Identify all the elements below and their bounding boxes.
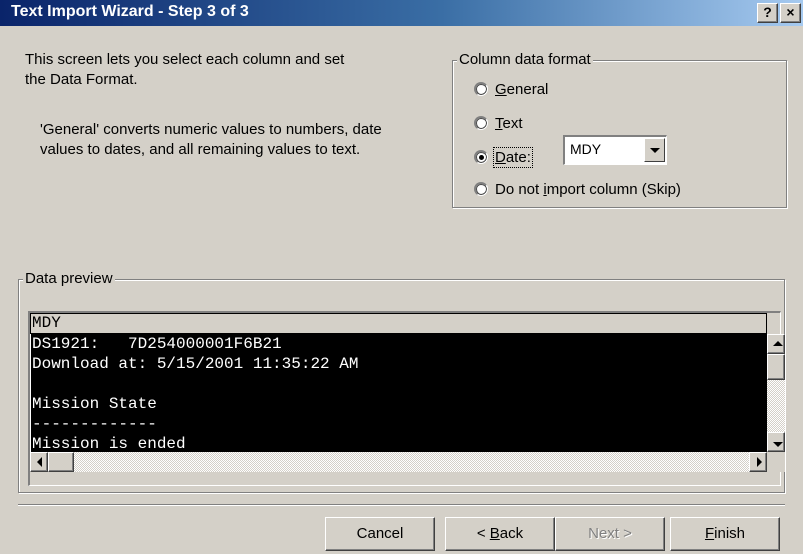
radio-general-label: General: [495, 80, 549, 98]
intro-text: This screen lets you select each column …: [25, 50, 445, 90]
help-button[interactable]: ?: [757, 3, 778, 23]
button-separator: [18, 504, 785, 506]
radio-text-label: Text: [495, 114, 523, 132]
radio-general-indicator[interactable]: [474, 82, 488, 96]
arrow-up-icon: [773, 341, 783, 346]
horizontal-scrollbar[interactable]: [30, 452, 767, 472]
cancel-button[interactable]: Cancel: [325, 517, 435, 551]
scroll-right-button[interactable]: [749, 452, 767, 472]
data-preview-pane[interactable]: MDY DS1921: 7D254000001F6B21 Download at…: [28, 311, 785, 486]
help-icon: ?: [763, 4, 772, 20]
preview-line: Download at: 5/15/2001 11:35:22 AM: [32, 355, 359, 373]
scroll-up-button[interactable]: [767, 334, 785, 354]
preview-line: Mission is ended: [32, 435, 186, 452]
radio-text[interactable]: Text: [474, 113, 523, 133]
radio-date-label: Date:: [493, 146, 533, 168]
intro-line: This screen lets you select each column …: [25, 51, 345, 68]
date-format-dropdown-button[interactable]: [644, 138, 665, 162]
intro-line: the Data Format.: [25, 71, 138, 88]
preview-data-area[interactable]: DS1921: 7D254000001F6B21 Download at: 5/…: [30, 334, 767, 452]
radio-text-indicator[interactable]: [474, 116, 488, 130]
column-header[interactable]: MDY: [30, 313, 767, 334]
scroll-down-button[interactable]: [767, 432, 785, 452]
column-format-group: Column data format General Text Date: MD…: [452, 50, 787, 208]
column-format-legend: Column data format: [457, 50, 593, 70]
next-button[interactable]: Next >: [555, 517, 665, 551]
vertical-scrollbar[interactable]: [767, 334, 785, 452]
radio-general[interactable]: General: [474, 79, 548, 99]
date-format-value: MDY: [570, 141, 602, 157]
general-explanation: 'General' converts numeric values to num…: [40, 120, 460, 160]
finish-button[interactable]: Finish: [670, 517, 780, 551]
title-bar[interactable]: Text Import Wizard - Step 3 of 3 ? ×: [0, 0, 803, 26]
explanation-line: 'General' converts numeric values to num…: [40, 121, 382, 138]
scroll-left-button[interactable]: [30, 452, 48, 472]
close-icon: ×: [786, 4, 795, 20]
window-title: Text Import Wizard - Step 3 of 3: [11, 3, 249, 20]
radio-skip[interactable]: Do not import column (Skip): [474, 179, 681, 199]
data-preview-group: Data preview MDY DS1921: 7D254000001F6B2…: [18, 269, 785, 493]
arrow-left-icon: [37, 457, 42, 467]
scrollbar-corner: [767, 452, 785, 472]
close-button[interactable]: ×: [780, 3, 801, 23]
vertical-scroll-thumb[interactable]: [767, 354, 785, 380]
data-preview-legend: Data preview: [23, 269, 115, 289]
preview-line: -------------: [32, 415, 157, 433]
chevron-down-icon: [650, 148, 660, 153]
preview-line: Mission State: [32, 395, 157, 413]
back-button[interactable]: < Back: [445, 517, 555, 551]
arrow-down-icon: [773, 442, 783, 447]
radio-skip-indicator[interactable]: [474, 182, 488, 196]
horizontal-scroll-thumb[interactable]: [48, 452, 74, 472]
radio-date[interactable]: Date:: [474, 146, 533, 168]
preview-line: DS1921: 7D254000001F6B21: [32, 335, 282, 353]
radio-date-indicator[interactable]: [474, 150, 488, 164]
preview-line: [31, 374, 767, 394]
explanation-line: values to dates, and all remaining value…: [40, 141, 361, 158]
radio-skip-label: Do not import column (Skip): [495, 180, 681, 198]
arrow-right-icon: [757, 457, 762, 467]
date-format-select[interactable]: MDY: [563, 135, 667, 165]
